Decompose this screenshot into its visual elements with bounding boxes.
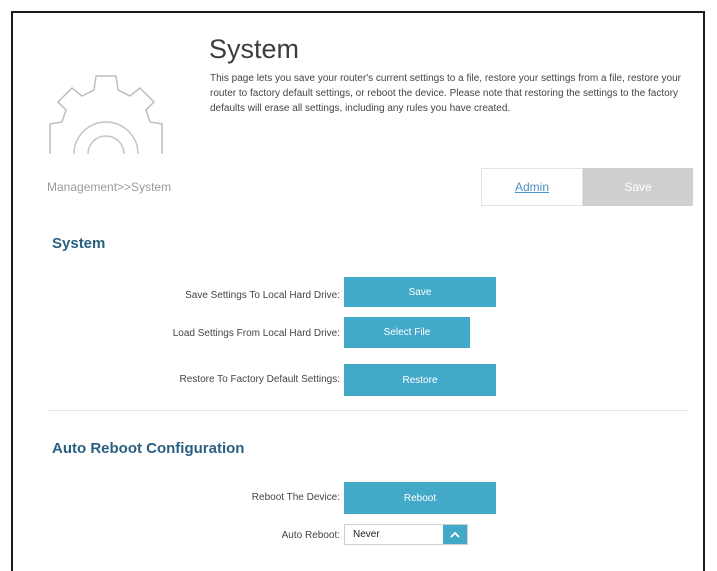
restore-button[interactable]: Restore <box>344 364 496 396</box>
page-title: System <box>209 34 300 64</box>
reboot-device-label: Reboot The Device: <box>251 492 340 503</box>
chevron-up-icon[interactable] <box>443 525 467 544</box>
system-section-title: System <box>52 235 106 252</box>
auto-reboot-value: Never <box>353 529 380 540</box>
breadcrumb: Management>>System <box>47 180 172 194</box>
reboot-button[interactable]: Reboot <box>344 482 496 514</box>
load-settings-label: Load Settings From Local Hard Drive: <box>172 328 340 339</box>
auto-reboot-label: Auto Reboot: <box>281 530 340 541</box>
save-settings-label: Save Settings To Local Hard Drive: <box>185 290 340 301</box>
page-description: This page lets you save your router's cu… <box>210 73 682 114</box>
save-button[interactable]: Save <box>583 168 693 206</box>
save-settings-button[interactable]: Save <box>344 277 496 307</box>
admin-link[interactable]: Admin <box>481 168 583 206</box>
select-file-button[interactable]: Select File <box>344 317 470 348</box>
section-divider <box>48 410 688 411</box>
auto-reboot-section-title: Auto Reboot Configuration <box>52 440 245 457</box>
restore-defaults-label: Restore To Factory Default Settings: <box>179 374 340 385</box>
gear-icon <box>49 75 163 155</box>
auto-reboot-select[interactable]: Never <box>344 524 468 545</box>
